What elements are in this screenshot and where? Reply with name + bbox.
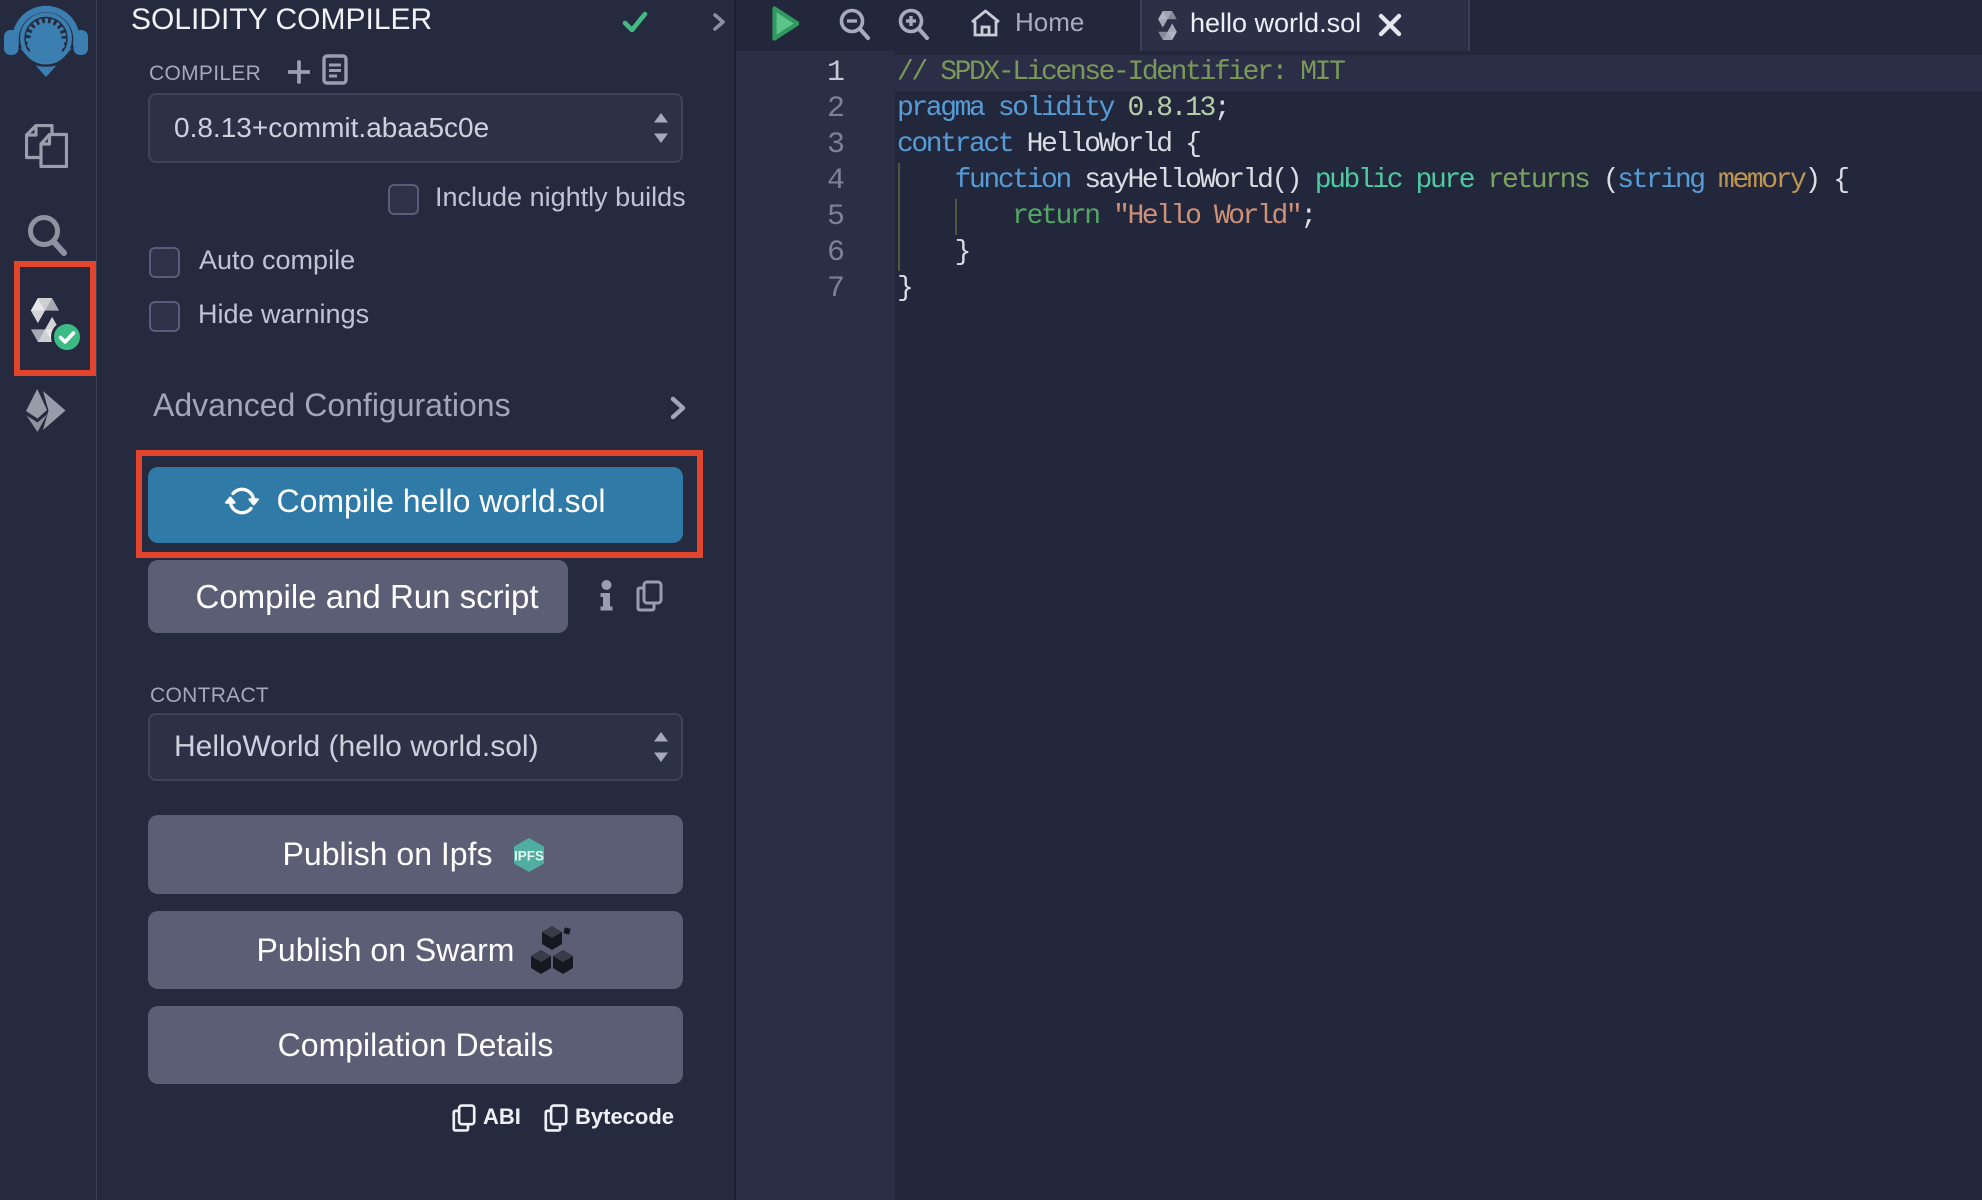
svg-text:IPFS: IPFS	[514, 848, 544, 863]
